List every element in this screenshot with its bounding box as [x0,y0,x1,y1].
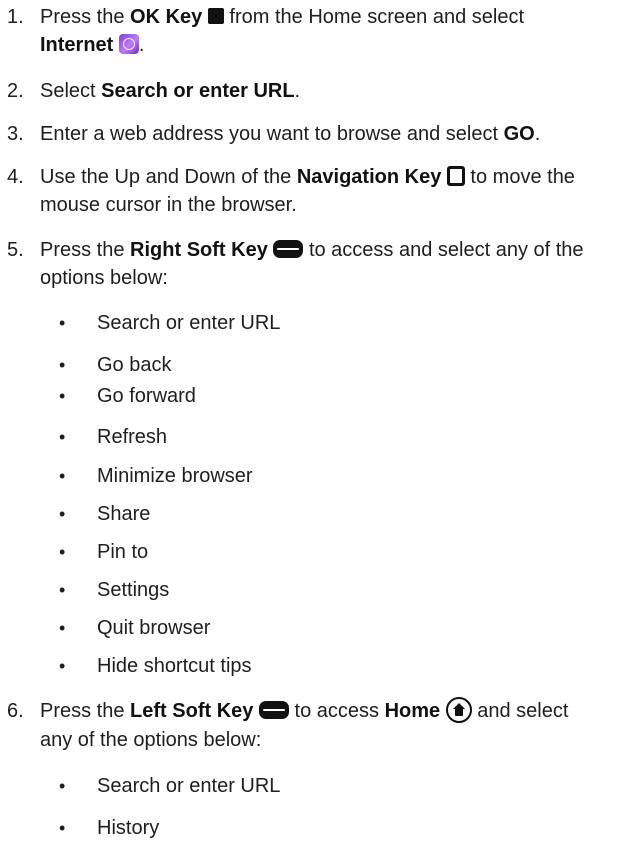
bullet: • [59,542,66,562]
bullet: • [59,580,66,600]
step-text: any of the options below: [40,729,262,751]
step-text-part: Press the [40,239,131,261]
bullet: • [59,818,66,838]
step-number: 5. [7,239,24,261]
step-text-part: to move the [464,166,575,188]
step-text: Press the Right Soft Key to access and s… [40,236,584,264]
instruction-document: 1. Press the OK Key from the Home screen… [0,0,635,847]
option-label: Quit browser [97,617,211,639]
step-text-part: Use the Up and Down of the [40,166,297,188]
bullet: • [59,355,66,375]
navigation-key-label: Navigation Key [296,166,442,188]
left-soft-key-icon [258,700,289,719]
step-text-part: . [534,123,541,145]
option-label: Pin to [97,541,149,563]
step-text-part: . [138,34,145,56]
step-text-part: Enter a web address you want to browse a… [40,123,504,145]
internet-app-icon [118,33,139,54]
home-label: Home [384,700,441,722]
bullet: • [59,386,66,406]
option-label: Settings [97,579,170,601]
bullet: • [59,618,66,638]
step-text: options below: [40,267,168,289]
go-label: GO [503,123,535,145]
step-text: Internet . [40,31,144,59]
step-text-part: Press the [40,6,131,28]
bullet: • [59,504,66,524]
step-text-part: and select [471,700,569,722]
option-label: Hide shortcut tips [97,655,252,677]
step-text-part: to access and select any of the [303,239,584,261]
option-label: Minimize browser [97,465,253,487]
bullet: • [59,466,66,486]
left-soft-key-label: Left Soft Key [130,700,254,722]
ok-key-icon [207,7,224,24]
option-label: Share [97,503,151,525]
step-text-part: from the Home screen and select [223,6,524,28]
step-text: Select Search or enter URL. [40,77,300,105]
step-text: mouse cursor in the browser. [40,194,297,216]
step-text: Use the Up and Down of the Navigation Ke… [40,163,575,191]
right-soft-key-label: Right Soft Key [130,239,268,261]
right-soft-key-icon [273,239,304,258]
step-number: 1. [7,6,24,28]
option-label: Go forward [97,385,196,407]
step-number: 3. [7,123,24,145]
step-text: Press the OK Key from the Home screen an… [40,3,524,31]
home-icon [445,696,472,723]
option-label: Go back [97,354,172,376]
option-label: Search or enter URL [97,312,281,334]
step-number: 4. [7,166,24,188]
search-url-label: Search or enter URL [101,80,295,102]
step-text-part: Press the [40,700,131,722]
bullet: • [59,313,66,333]
ok-key-label: OK Key [130,6,203,28]
bullet: • [59,656,66,676]
step-number: 6. [7,700,24,722]
option-label: Refresh [97,426,168,448]
step-number: 2. [7,80,24,102]
step-text-part: . [294,80,301,102]
step-text-part: to access [288,700,385,722]
internet-label: Internet [40,34,114,56]
step-text-part: Select [40,80,102,102]
step-text: Press the Left Soft Key to access Home a… [40,696,569,725]
step-text: Enter a web address you want to browse a… [40,120,540,148]
bullet: • [59,776,66,796]
navigation-key-icon [446,165,465,186]
option-label: Search or enter URL [97,775,281,797]
option-label: History [97,817,160,839]
bullet: • [59,427,66,447]
